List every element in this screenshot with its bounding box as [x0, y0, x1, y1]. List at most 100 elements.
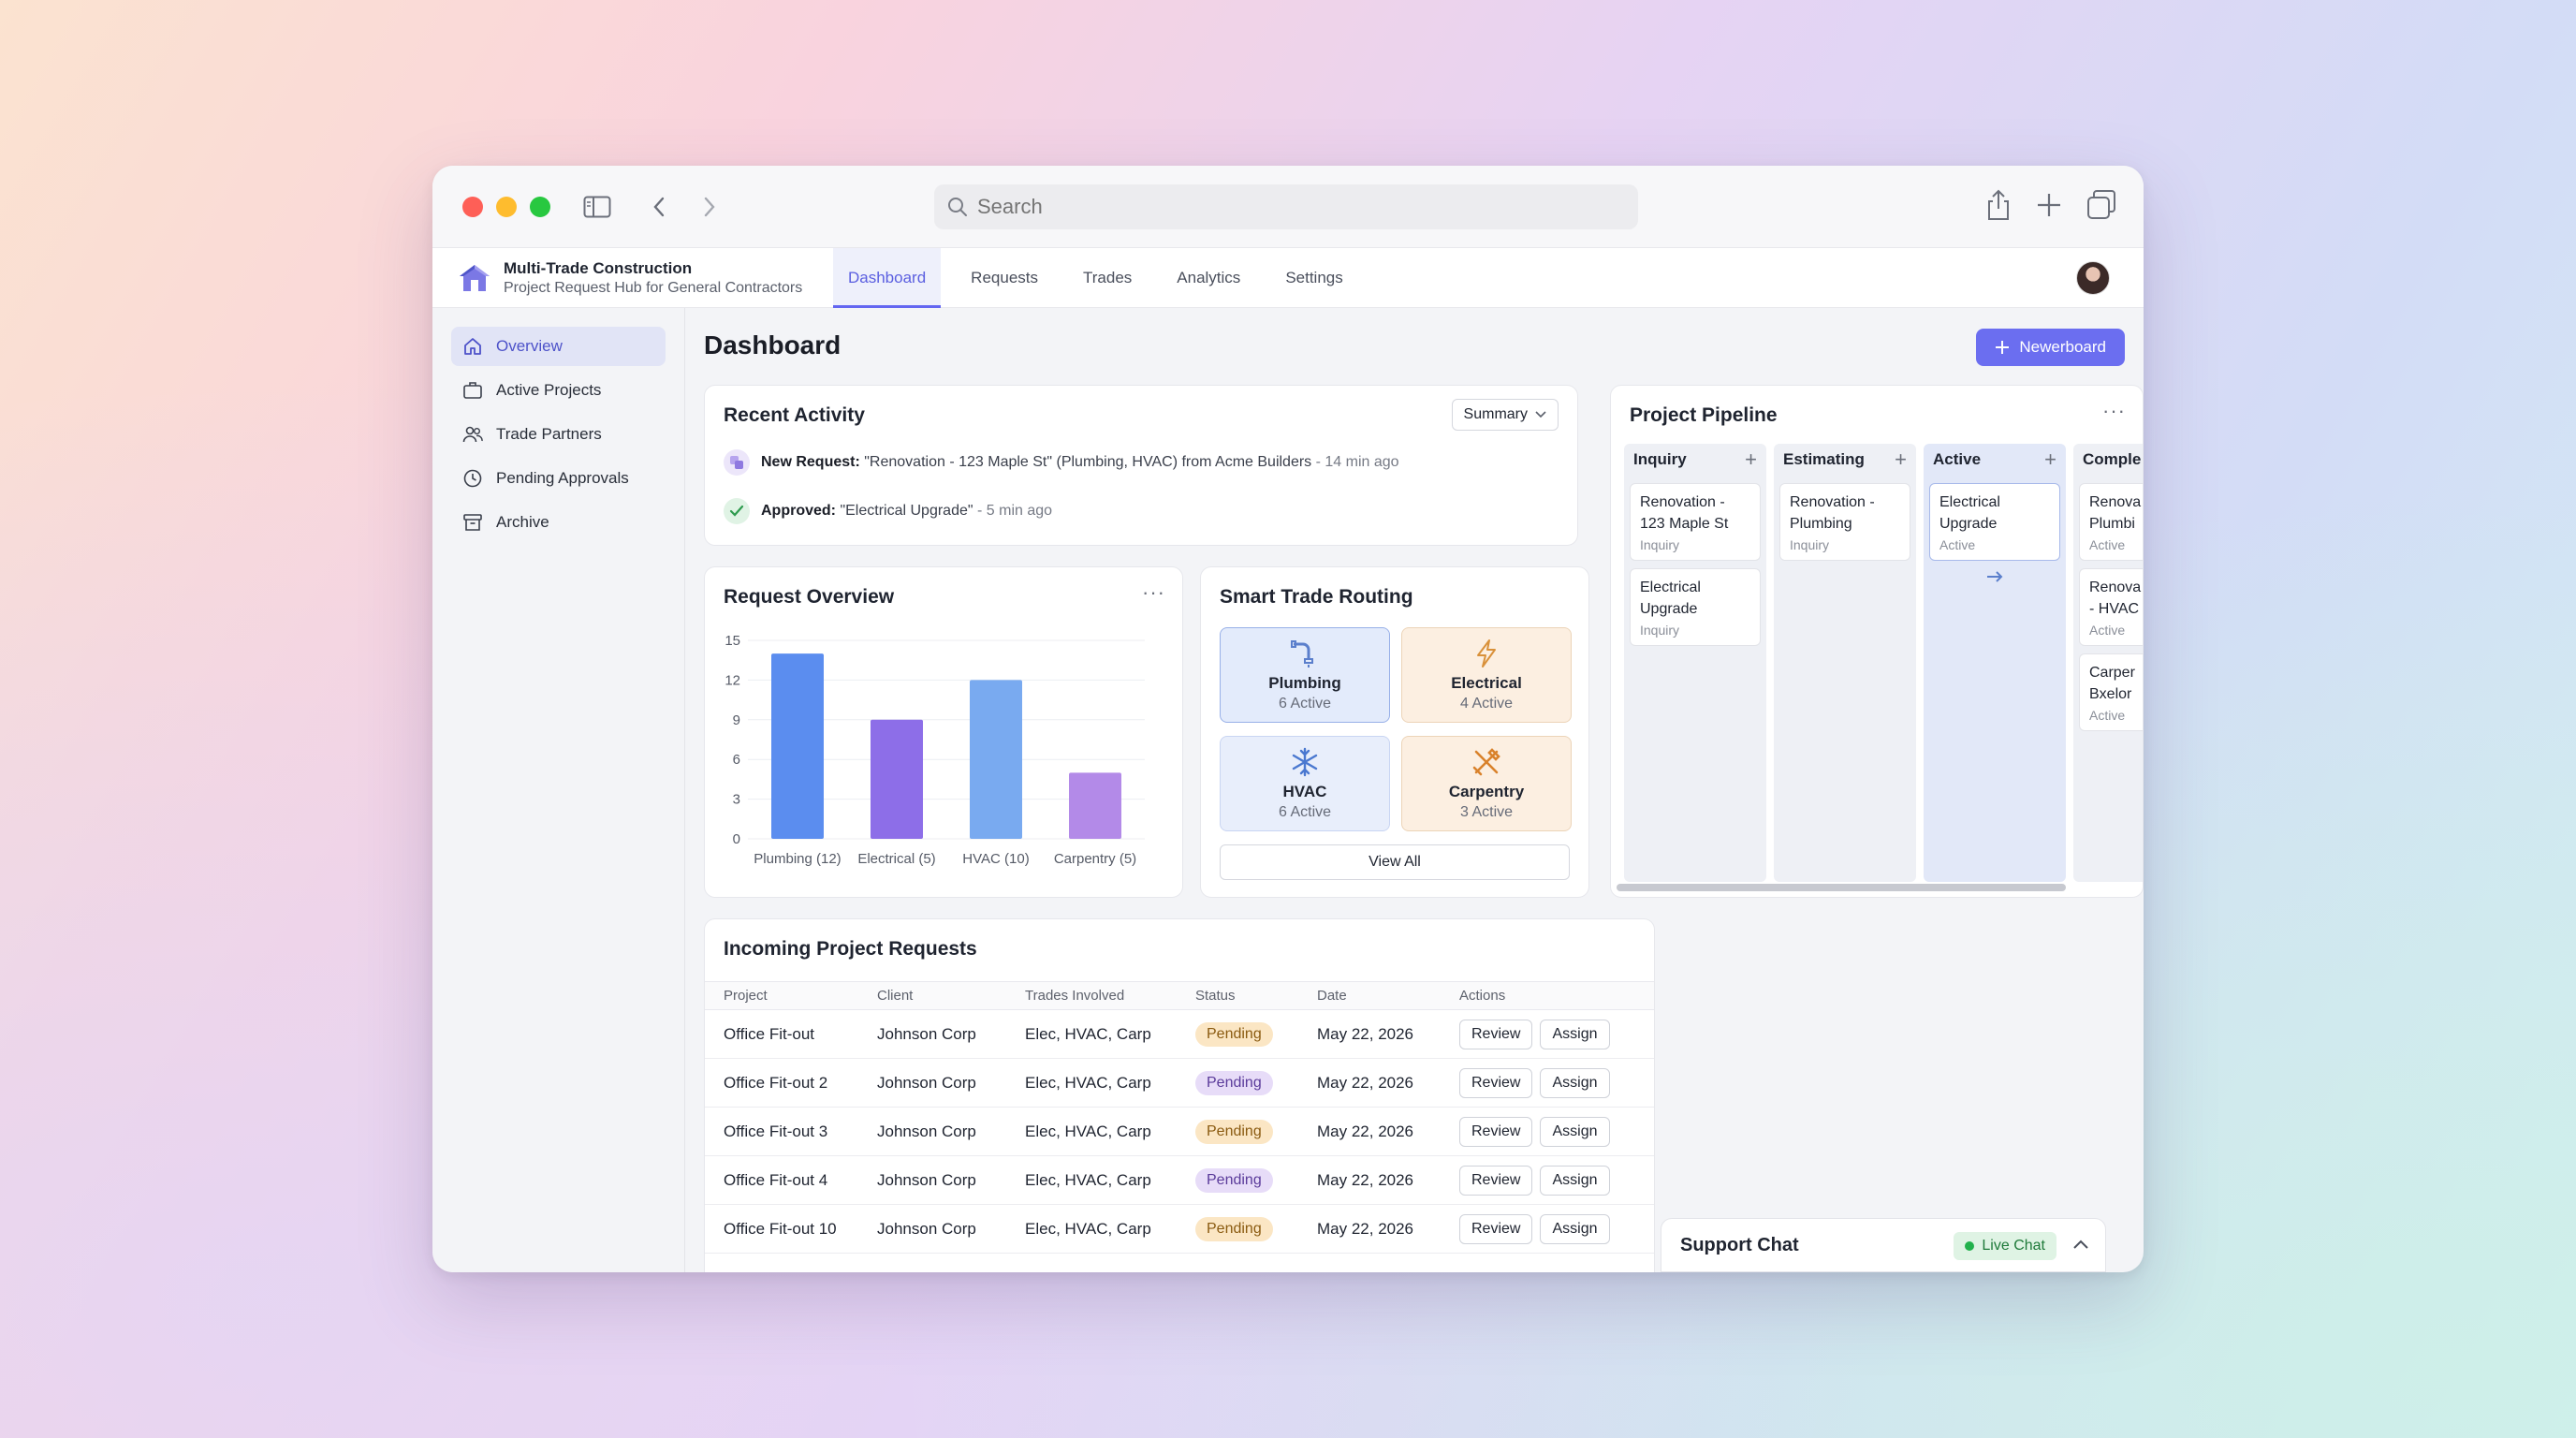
- routing-title: Smart Trade Routing: [1220, 586, 1413, 608]
- brand-subtitle: Project Request Hub for General Contract…: [504, 279, 803, 296]
- column-name: Estimating: [1783, 450, 1865, 468]
- bar-chart: 0 3 6 9 12 15 Plumbing (12) Electrical (5) HVAC …: [724, 633, 1145, 867]
- pipeline-card[interactable]: Renova Plumbi Active: [2079, 483, 2143, 561]
- assign-button[interactable]: Assign: [1540, 1019, 1610, 1049]
- sidebar-item-trade-partners[interactable]: Trade Partners: [451, 415, 666, 454]
- cell-actions: Review Assign: [1459, 1107, 1654, 1156]
- review-button[interactable]: Review: [1459, 1116, 1533, 1147]
- tab-trades[interactable]: Trades: [1068, 248, 1147, 308]
- y-tick-label: 12: [724, 672, 740, 688]
- add-card-icon[interactable]: +: [1745, 448, 1757, 472]
- review-button[interactable]: Review: [1459, 1213, 1533, 1244]
- add-card-icon[interactable]: +: [2044, 448, 2056, 472]
- view-all-button[interactable]: View All: [1220, 844, 1570, 880]
- minimize-window-button[interactable]: [496, 196, 517, 217]
- summary-dropdown[interactable]: Summary: [1451, 399, 1559, 431]
- cell-trades: Elec, HVAC, Carp: [1025, 1155, 1195, 1205]
- tab-analytics[interactable]: Analytics: [1162, 248, 1255, 308]
- trade-tile-hvac[interactable]: HVAC 6 Active: [1220, 736, 1390, 831]
- new-board-button[interactable]: Newerboard: [1976, 329, 2125, 366]
- table-row[interactable]: Office Fit-out 3 Johnson Corp Elec, HVAC, …: [705, 1107, 1654, 1156]
- activity-label: New Request:: [761, 454, 860, 470]
- arrow-right-icon[interactable]: [1924, 570, 2066, 588]
- smart-trade-routing-card: Smart Trade Routing Plumbing 6 Active El…: [1200, 566, 1589, 898]
- review-button[interactable]: Review: [1459, 1165, 1533, 1196]
- sidebar-item-label: Archive: [496, 513, 549, 531]
- review-button[interactable]: Review: [1459, 1067, 1533, 1098]
- card-status: Active: [2089, 708, 2126, 723]
- pipeline-card[interactable]: Electrical Upgrade Active: [1929, 483, 2060, 561]
- sidebar-item-active-projects[interactable]: Active Projects: [451, 371, 666, 410]
- add-card-icon[interactable]: +: [1895, 448, 1907, 472]
- table-row[interactable]: Office Fit-out 4 Johnson Corp Elec, HVAC, …: [705, 1155, 1654, 1205]
- tabs-overview-icon[interactable]: [2086, 188, 2117, 227]
- activity-time: - 5 min ago: [977, 503, 1053, 519]
- sidebar-toggle-icon[interactable]: [578, 188, 616, 226]
- more-options-icon[interactable]: ···: [2102, 399, 2126, 423]
- activity-item[interactable]: Approved: "Electrical Upgrade" - 5 min a…: [724, 498, 1052, 524]
- assign-button[interactable]: Assign: [1540, 1116, 1610, 1147]
- pipeline-card[interactable]: Carper Bxelor Active: [2079, 653, 2143, 731]
- activity-label: Approved:: [761, 503, 836, 519]
- y-tick-label: 3: [733, 792, 740, 808]
- table-row[interactable]: Office Fit-out 2 Johnson Corp Elec, HVAC, …: [705, 1058, 1654, 1108]
- bar[interactable]: [1069, 772, 1121, 839]
- table-row[interactable]: Office Fit-out Johnson Corp Elec, HVAC, Ca…: [705, 1009, 1654, 1059]
- table-row[interactable]: Office Fit-out 10 Johnson Corp Elec, HVAC,…: [705, 1204, 1654, 1254]
- bar[interactable]: [771, 653, 824, 839]
- pipeline-card[interactable]: Renova - HVAC Active: [2079, 568, 2143, 646]
- review-button[interactable]: Review: [1459, 1019, 1533, 1049]
- live-chat-label: Live Chat: [1982, 1238, 2045, 1254]
- briefcase-icon: [463, 382, 482, 399]
- share-icon[interactable]: [1984, 188, 2012, 227]
- new-tab-icon[interactable]: [2035, 188, 2063, 227]
- toolbar-actions: [1984, 188, 2117, 227]
- horizontal-scrollbar[interactable]: [1617, 884, 2066, 891]
- requests-title: Incoming Project Requests: [724, 938, 977, 960]
- card-title: Renova Plumbi: [2089, 494, 2142, 532]
- avatar[interactable]: [2076, 261, 2110, 295]
- forward-icon[interactable]: [691, 188, 728, 226]
- back-icon[interactable]: [640, 188, 678, 226]
- card-title: Carper Bxelor: [2089, 665, 2135, 702]
- pipeline-card[interactable]: Electrical Upgrade Inquiry: [1630, 568, 1761, 646]
- sidebar-item-overview[interactable]: Overview: [451, 327, 666, 366]
- trade-tile-electrical[interactable]: Electrical 4 Active: [1401, 627, 1572, 723]
- pipeline-card[interactable]: Renovation - 123 Maple St Inquiry: [1630, 483, 1761, 561]
- tab-requests[interactable]: Requests: [956, 248, 1053, 308]
- page-title: Dashboard: [704, 330, 842, 360]
- assign-button[interactable]: Assign: [1540, 1165, 1610, 1196]
- column-name: Inquiry: [1633, 450, 1687, 468]
- sidebar-item-pending-approvals[interactable]: Pending Approvals: [451, 459, 666, 498]
- search-input[interactable]: [977, 195, 1586, 219]
- cell-trades: Elec, HVAC, Carp: [1025, 1009, 1195, 1059]
- trade-tile-plumbing[interactable]: Plumbing 6 Active: [1220, 627, 1390, 723]
- cell-project: Office Fit-out 3: [705, 1107, 877, 1156]
- sidebar: Overview Active Projects Trade Partners …: [432, 308, 685, 1272]
- trade-tile-carpentry[interactable]: Carpentry 3 Active: [1401, 736, 1572, 831]
- pipeline-column-active: Active + Electrical Upgrade Active: [1924, 444, 2066, 882]
- tab-settings[interactable]: Settings: [1270, 248, 1357, 308]
- status-dot-icon: [1965, 1241, 1975, 1251]
- assign-button[interactable]: Assign: [1540, 1067, 1610, 1098]
- status-badge: Pending: [1195, 1216, 1273, 1241]
- activity-item[interactable]: New Request: "Renovation - 123 Maple St"…: [724, 449, 1399, 476]
- card-title: Renova - HVAC: [2089, 580, 2142, 617]
- activity-text: "Renovation - 123 Maple St" (Plumbing, H…: [864, 454, 1312, 470]
- card-title: Renovation - 123 Maple St: [1640, 494, 1729, 532]
- bar[interactable]: [871, 719, 923, 839]
- bar[interactable]: [970, 680, 1022, 839]
- support-chat[interactable]: Support Chat Live Chat: [1661, 1218, 2106, 1272]
- sidebar-item-archive[interactable]: Archive: [451, 503, 666, 542]
- column-header: Actions: [1459, 981, 1654, 1010]
- chevron-up-icon[interactable]: [2073, 1240, 2088, 1249]
- pipeline-card[interactable]: Renovation - Plumbing Inquiry: [1779, 483, 1910, 561]
- support-chat-title: Support Chat: [1680, 1234, 1799, 1255]
- maximize-window-button[interactable]: [530, 196, 550, 217]
- tab-dashboard[interactable]: Dashboard: [833, 247, 942, 308]
- assign-button[interactable]: Assign: [1540, 1213, 1610, 1244]
- brand: Multi-Trade Construction Project Request…: [459, 259, 833, 297]
- close-window-button[interactable]: [462, 196, 483, 217]
- cell-client: Johnson Corp: [877, 1107, 1025, 1156]
- search-bar[interactable]: [934, 184, 1638, 229]
